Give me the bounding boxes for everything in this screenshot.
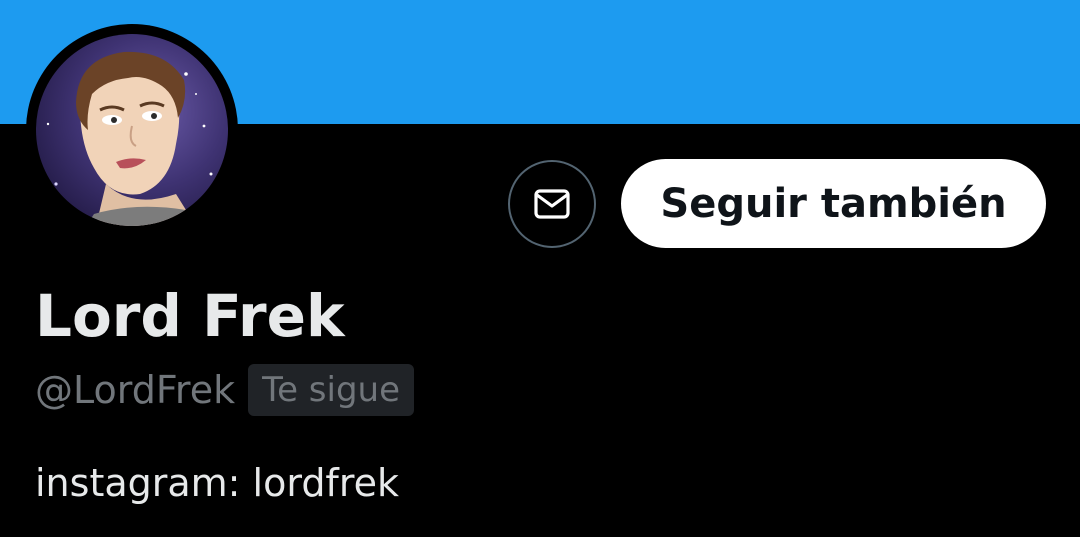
follows-you-badge: Te sigue	[248, 364, 415, 416]
envelope-icon	[534, 189, 570, 219]
handle-row: @LordFrek Te sigue	[35, 362, 415, 418]
avatar-image	[36, 34, 228, 226]
username-handle: @LordFrek	[35, 368, 236, 412]
message-button[interactable]	[508, 160, 596, 248]
display-name: Lord Frek	[35, 282, 345, 350]
profile-bio: instagram: lordfrek	[35, 461, 399, 505]
profile-header: Seguir también Lord Frek @LordFrek Te si…	[0, 0, 1080, 537]
follow-back-button[interactable]: Seguir también	[621, 159, 1046, 248]
avatar[interactable]	[26, 24, 238, 236]
